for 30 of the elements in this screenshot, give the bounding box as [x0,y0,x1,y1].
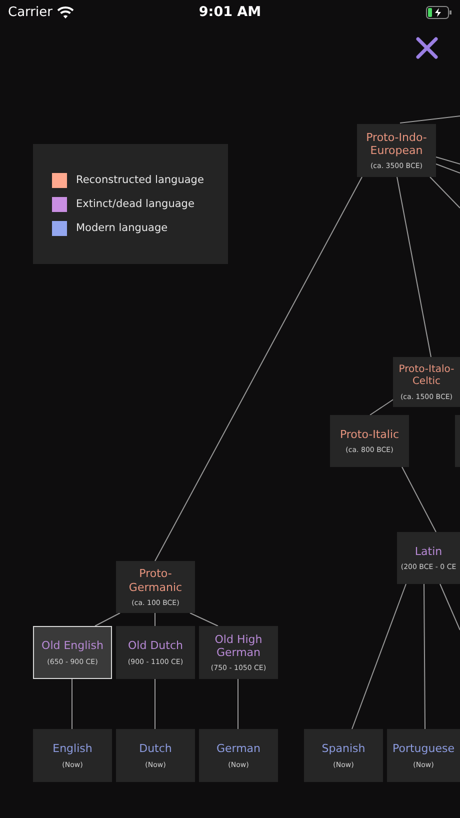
language-name: Old English [42,639,104,653]
language-name: Old High German [214,632,264,660]
connector-line [440,584,460,630]
connector-line [190,612,218,626]
language-name: Latin [414,544,442,558]
connector-line [94,612,120,626]
legend-label: Reconstructed language [76,174,204,186]
language-name: German [216,742,261,756]
language-name: Dutch [139,742,172,756]
language-name: Old Dutch [128,639,183,653]
connector-line [154,612,156,626]
legend-label: Modern language [76,222,168,234]
connector-line [400,116,460,124]
legend-label: Extinct/dead language [76,198,194,210]
language-name: Proto-Italic [340,428,400,442]
language-name: English [52,742,92,756]
language-name: Portuguese [392,742,454,756]
connector-line [154,678,156,730]
status-time: 9:01 AM [198,4,262,20]
carrier-name: Carrier [8,4,52,20]
connector-line [436,164,460,174]
wifi-icon [57,6,74,18]
language-name: Proto-Italo-Celtic [398,364,456,388]
battery-charging-icon [426,6,452,18]
node-card[interactable] [455,415,460,467]
connector-line [402,466,436,532]
language-name: Proto-Germanic [128,567,184,594]
language-name: Spanish [322,742,366,756]
language-name: Proto-Indo-European [365,130,428,158]
close-button[interactable] [414,35,440,61]
